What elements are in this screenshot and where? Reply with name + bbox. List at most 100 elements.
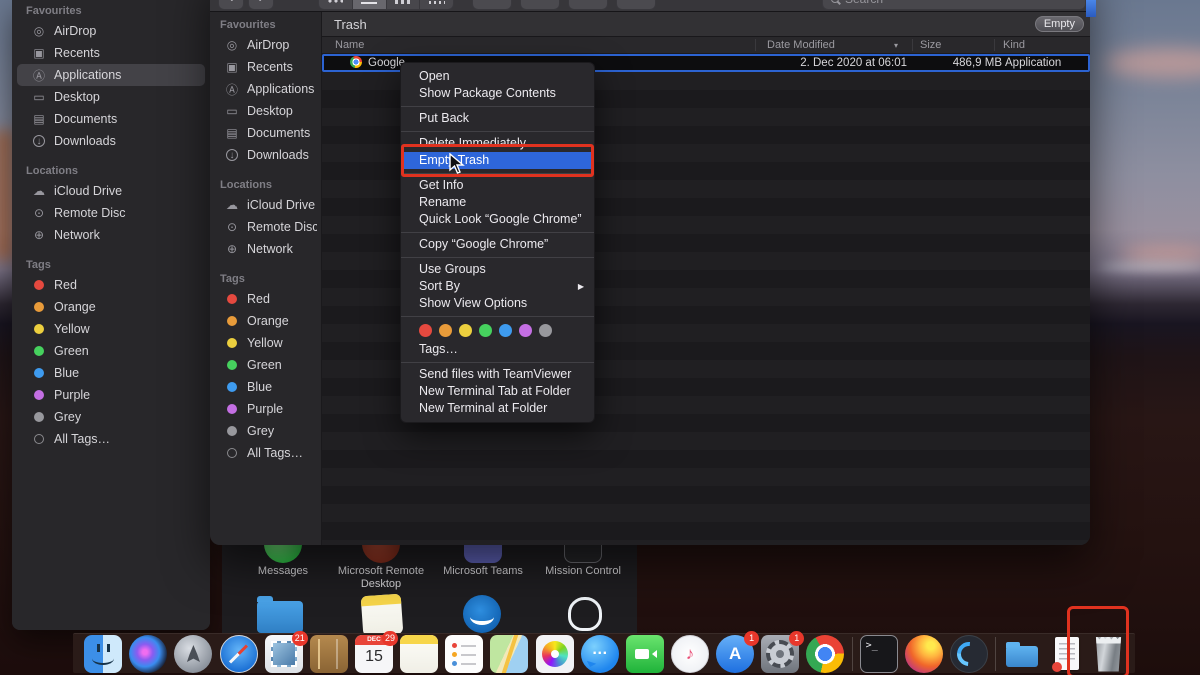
dock-icon-maps[interactable] — [490, 635, 528, 673]
sidebar-item-applications[interactable]: ⒶApplications — [17, 64, 205, 86]
menu-item-tags[interactable]: Tags… — [401, 341, 594, 358]
dock-icon-messages[interactable]: … — [581, 635, 619, 673]
tag-color-dot[interactable] — [439, 324, 452, 337]
postgresql-app-icon[interactable] — [566, 595, 604, 633]
dock-icon-finder[interactable] — [84, 635, 122, 673]
sidebar-item-icloud-drive[interactable]: ☁iCloud Drive — [214, 194, 317, 216]
menu-item-open[interactable]: Open — [401, 68, 594, 85]
sidebar-item-desktop[interactable]: ▭Desktop — [214, 100, 317, 122]
column-header-date-modified[interactable]: Date Modified — [767, 37, 835, 54]
notes-like-app-icon[interactable] — [361, 594, 404, 633]
menu-item-sort-by[interactable]: Sort By▶ — [401, 278, 594, 295]
dock-icon-contacts[interactable] — [310, 635, 348, 673]
group-button[interactable] — [472, 0, 512, 10]
share-button[interactable] — [568, 0, 608, 10]
menu-item-use-groups[interactable]: Use Groups — [401, 261, 594, 278]
sidebar-item-airdrop[interactable]: ◎AirDrop — [214, 34, 317, 56]
dock-icon-sysprefs[interactable]: 1 — [761, 635, 799, 673]
sidebar-item-grey[interactable]: Grey — [17, 406, 205, 428]
tag-color-dot[interactable] — [539, 324, 552, 337]
forward-button[interactable]: › — [248, 0, 274, 10]
dock-icon-siri[interactable] — [129, 635, 167, 673]
empty-button[interactable]: Empty — [1035, 16, 1084, 32]
folder-app-icon[interactable] — [257, 601, 303, 633]
sidebar-item-red[interactable]: Red — [17, 274, 205, 296]
sidebar-item-applications[interactable]: ⒶApplications — [214, 78, 317, 100]
menu-item-show-view-options[interactable]: Show View Options — [401, 295, 594, 312]
column-view-button[interactable] — [387, 0, 421, 9]
search-field[interactable]: Search — [822, 0, 1086, 10]
dock-icon-mail[interactable]: 21 — [265, 635, 303, 673]
sidebar-item-green[interactable]: Green — [17, 340, 205, 362]
column-header-size[interactable]: Size — [920, 37, 941, 54]
dock-icon-notes[interactable] — [400, 635, 438, 673]
gallery-view-button[interactable] — [420, 0, 453, 9]
column-header-name[interactable]: Name — [335, 37, 364, 54]
sidebar-item-desktop[interactable]: ▭Desktop — [17, 86, 205, 108]
sidebar-item-yellow[interactable]: Yellow — [17, 318, 205, 340]
tag-color-dot[interactable] — [499, 324, 512, 337]
sidebar-item-documents[interactable]: ▤Documents — [17, 108, 205, 130]
sidebar-item-blue[interactable]: Blue — [214, 376, 317, 398]
sidebar-item-purple[interactable]: Purple — [214, 398, 317, 420]
sidebar-item-airdrop[interactable]: ◎AirDrop — [17, 20, 205, 42]
messages-app-icon[interactable] — [264, 545, 302, 563]
dock-icon-firefox[interactable] — [905, 635, 943, 673]
dock-icon-dlfolder[interactable] — [1003, 635, 1041, 673]
microsoft-teams-app-icon[interactable] — [464, 545, 502, 563]
dock-icon-chrome[interactable] — [806, 635, 844, 673]
back-button[interactable]: ‹ — [218, 0, 244, 10]
sidebar-item-recents[interactable]: ▣Recents — [17, 42, 205, 64]
sidebar-item-remote-disc[interactable]: ⊙Remote Disc — [17, 202, 205, 224]
sidebar-item-downloads[interactable]: ↓Downloads — [17, 130, 205, 152]
dock-icon-launchpad[interactable] — [174, 635, 212, 673]
list-view-button[interactable] — [353, 0, 387, 9]
menu-item-send-files-with-teamviewer[interactable]: Send files with TeamViewer — [401, 366, 594, 383]
sidebar-item-yellow[interactable]: Yellow — [214, 332, 317, 354]
sidebar-item-icloud-drive[interactable]: ☁iCloud Drive — [17, 180, 205, 202]
action-button[interactable] — [520, 0, 560, 10]
icon-view-button[interactable] — [319, 0, 353, 9]
mission-control-app-icon[interactable] — [564, 545, 602, 563]
sidebar-item-remote-disc[interactable]: ⊙Remote Disc — [214, 216, 317, 238]
tag-color-dot[interactable] — [419, 324, 432, 337]
dock-icon-calendar[interactable]: DEC1529 — [355, 635, 393, 673]
sidebar-item-downloads[interactable]: ↓Downloads — [214, 144, 317, 166]
dock-icon-itunes[interactable]: ♪ — [671, 635, 709, 673]
tags-button[interactable] — [616, 0, 656, 10]
dock-icon-bluearc[interactable] — [950, 635, 988, 673]
dock-icon-facetime[interactable] — [626, 635, 664, 673]
menu-item-get-info[interactable]: Get Info — [401, 177, 594, 194]
menu-item-copy-google-chrome[interactable]: Copy “Google Chrome” — [401, 236, 594, 253]
tag-color-dot[interactable] — [459, 324, 472, 337]
dock-icon-reminders[interactable] — [445, 635, 483, 673]
sidebar-item-all-tags[interactable]: All Tags… — [214, 442, 317, 464]
sidebar-item-all-tags[interactable]: All Tags… — [17, 428, 205, 450]
sidebar-item-network[interactable]: ⊕Network — [214, 238, 317, 260]
sidebar-item-orange[interactable]: Orange — [17, 296, 205, 318]
menu-item-put-back[interactable]: Put Back — [401, 110, 594, 127]
menu-item-new-terminal-at-folder[interactable]: New Terminal at Folder — [401, 400, 594, 417]
menu-item-rename[interactable]: Rename — [401, 194, 594, 211]
menu-item-quick-look-google-chrome[interactable]: Quick Look “Google Chrome” — [401, 211, 594, 228]
dock-icon-terminal[interactable]: >_ — [860, 635, 898, 673]
menu-item-show-package-contents[interactable]: Show Package Contents — [401, 85, 594, 102]
sidebar-item-purple[interactable]: Purple — [17, 384, 205, 406]
sidebar-item-grey[interactable]: Grey — [214, 420, 317, 442]
sidebar-item-green[interactable]: Green — [214, 354, 317, 376]
dock-icon-appstore[interactable]: A1 — [716, 635, 754, 673]
column-header-kind[interactable]: Kind — [1003, 37, 1025, 54]
sidebar-item-orange[interactable]: Orange — [214, 310, 317, 332]
sidebar-item-blue[interactable]: Blue — [17, 362, 205, 384]
sidebar-item-documents[interactable]: ▤Documents — [214, 122, 317, 144]
sidebar-item-network[interactable]: ⊕Network — [17, 224, 205, 246]
microsoft-remote-desktop-app-icon[interactable] — [362, 545, 400, 563]
dock-icon-safari[interactable] — [220, 635, 258, 673]
dock-icon-photos[interactable] — [536, 635, 574, 673]
tag-color-dot[interactable] — [479, 324, 492, 337]
sidebar-item-red[interactable]: Red — [214, 288, 317, 310]
openoffice-app-icon[interactable] — [463, 595, 501, 633]
tag-color-dot[interactable] — [519, 324, 532, 337]
menu-item-new-terminal-tab-at-folder[interactable]: New Terminal Tab at Folder — [401, 383, 594, 400]
sidebar-item-recents[interactable]: ▣Recents — [214, 56, 317, 78]
